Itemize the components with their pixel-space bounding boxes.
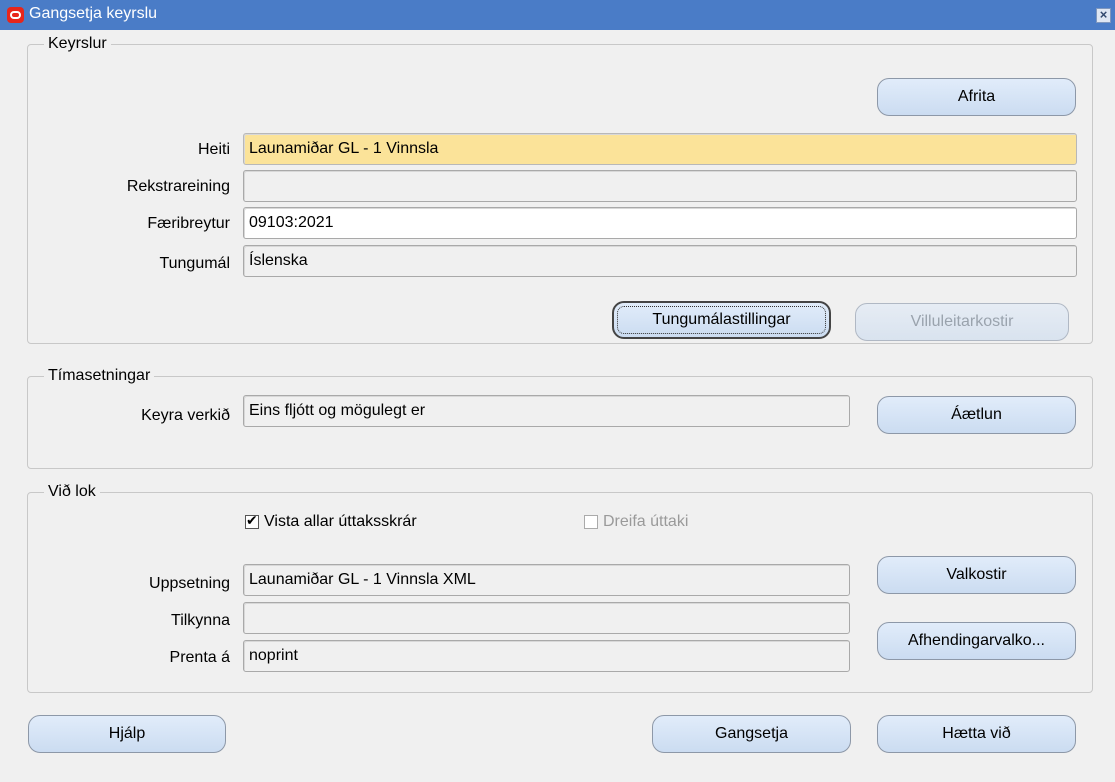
oracle-logo-icon <box>7 7 24 23</box>
schedule-button[interactable]: Áætlun <box>877 396 1076 434</box>
submit-button[interactable]: Gangsetja <box>652 715 851 753</box>
rekstrareining-label: Rekstrareining <box>126 178 230 195</box>
faeribreytur-field[interactable]: 09103:2021 <box>243 207 1077 239</box>
close-icon[interactable]: × <box>1096 8 1111 23</box>
prenta-field[interactable]: noprint <box>243 640 850 672</box>
debug-options-button: Villuleitarkostir <box>855 303 1069 341</box>
distribute-output-label: Dreifa úttaki <box>603 513 689 530</box>
uppsetning-field[interactable]: Launamiðar GL - 1 Vinnsla XML <box>243 564 850 596</box>
heiti-field[interactable]: Launamiðar GL - 1 Vinnsla <box>243 133 1077 165</box>
group-title-keyrslur: Keyrslur <box>44 35 111 53</box>
language-settings-button[interactable]: Tungumálastillingar <box>612 301 831 339</box>
save-all-output-checkbox[interactable]: Vista allar úttaksskrár <box>245 512 417 531</box>
options-button[interactable]: Valkostir <box>877 556 1076 594</box>
uppsetning-label: Uppsetning <box>149 575 230 592</box>
run-label: Keyra verkið <box>141 407 230 424</box>
group-title-vid-lok: Við lok <box>44 483 100 501</box>
cancel-button[interactable]: Hætta við <box>877 715 1076 753</box>
copy-button[interactable]: Afrita <box>877 78 1076 116</box>
window-title: Gangsetja keyrslu <box>29 5 158 22</box>
delivery-options-button[interactable]: Afhendingarvalko... <box>877 622 1076 660</box>
tungumal-label: Tungumál <box>159 255 230 272</box>
save-all-output-label: Vista allar úttaksskrár <box>264 513 417 530</box>
group-title-timasetningar: Tímasetningar <box>44 367 155 385</box>
help-button[interactable]: Hjálp <box>28 715 226 753</box>
faeribreytur-label: Færibreytur <box>147 215 230 232</box>
run-field[interactable]: Eins fljótt og mögulegt er <box>243 395 850 427</box>
tilkynna-label: Tilkynna <box>171 612 230 629</box>
tungumal-field[interactable]: Íslenska <box>243 245 1077 277</box>
checkbox-unchecked-icon <box>584 515 598 529</box>
heiti-label: Heiti <box>197 141 230 158</box>
window-titlebar: Gangsetja keyrslu × <box>0 0 1115 30</box>
checkbox-checked-icon[interactable] <box>245 512 259 529</box>
prenta-label: Prenta á <box>169 649 230 666</box>
rekstrareining-field[interactable] <box>243 170 1077 202</box>
tilkynna-field[interactable] <box>243 602 850 634</box>
distribute-output-checkbox: Dreifa úttaki <box>584 513 688 531</box>
